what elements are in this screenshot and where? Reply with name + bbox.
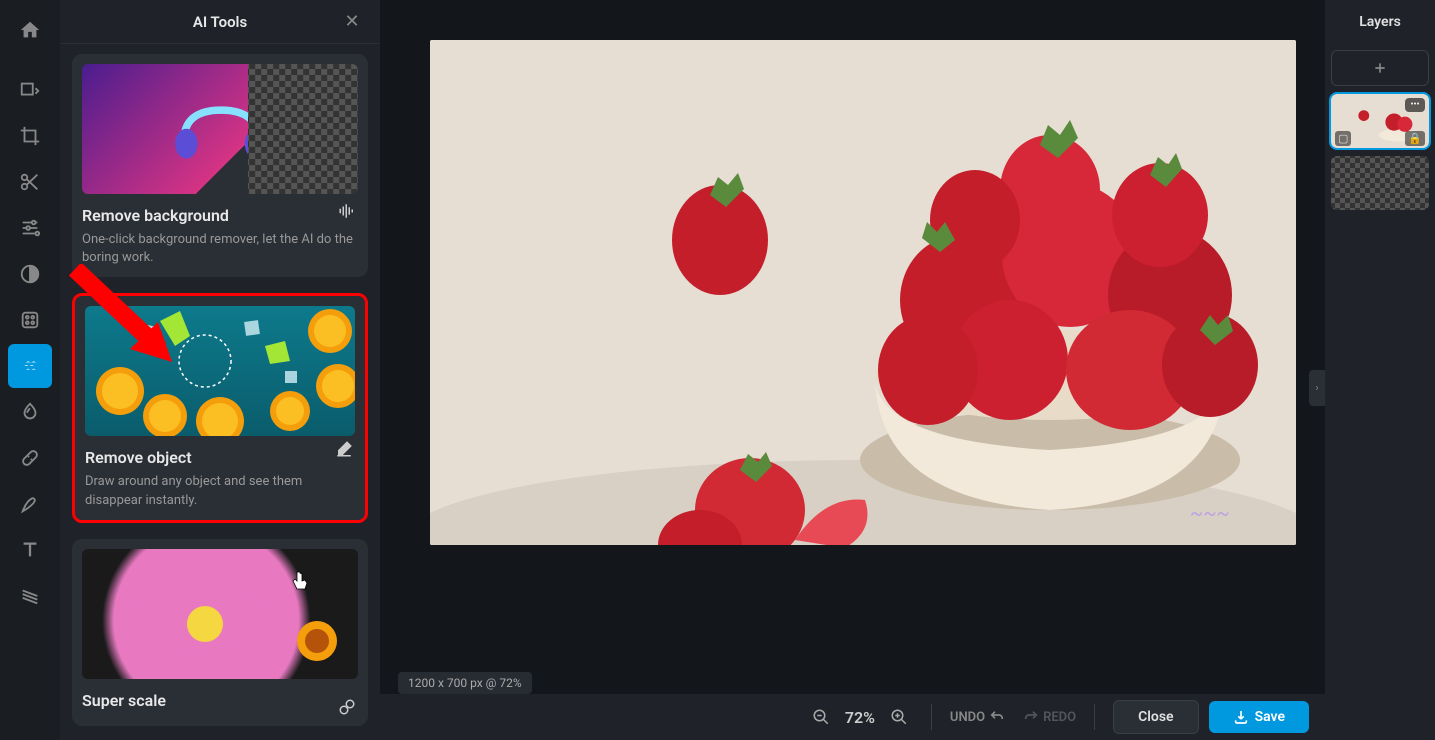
panel-title: AI Tools	[193, 13, 247, 31]
save-label: Save	[1255, 709, 1285, 725]
redo-button[interactable]: REDO	[1023, 709, 1076, 725]
ai-tools-panel: AI Tools ✕ Remove background One-click b…	[60, 0, 380, 740]
save-button[interactable]: Save	[1209, 701, 1309, 733]
tool-title: Remove object	[85, 448, 355, 467]
bottom-bar: 72% UNDO REDO Close Save	[380, 694, 1325, 740]
undo-button[interactable]: UNDO	[950, 709, 1005, 725]
heal-tool[interactable]	[8, 436, 52, 480]
tool-title: Remove background	[82, 206, 358, 225]
home-button[interactable]	[8, 8, 52, 52]
tool-description: Draw around any object and see them disa…	[85, 473, 355, 509]
canvas-viewport[interactable]: ~~~	[380, 0, 1325, 694]
svg-text:~~~: ~~~	[1190, 501, 1230, 525]
left-toolbar	[0, 0, 60, 740]
zoom-level[interactable]: 72%	[845, 708, 875, 727]
arrange-tool[interactable]	[8, 68, 52, 112]
panel-body: Remove background One-click background r…	[60, 44, 380, 740]
ai-tools-button[interactable]	[8, 344, 52, 388]
tool-title: Super scale	[82, 691, 358, 710]
zoom-controls: 72%	[807, 703, 913, 731]
close-button[interactable]: Close	[1113, 700, 1198, 734]
layer-menu-button[interactable]: •••	[1405, 98, 1425, 112]
download-icon	[1233, 709, 1249, 725]
tool-card-super-scale[interactable]: Super scale	[72, 539, 368, 726]
cutout-tool[interactable]	[8, 160, 52, 204]
layers-collapse-button[interactable]: ›	[1309, 370, 1325, 406]
canvas-status-bar: 1200 x 700 px @ 72%	[398, 672, 532, 694]
tool-card-remove-background[interactable]: Remove background One-click background r…	[72, 54, 368, 277]
sound-wave-icon	[338, 202, 356, 224]
divider	[931, 704, 932, 730]
crop-tool[interactable]	[8, 114, 52, 158]
lock-icon[interactable]: 🔒	[1405, 131, 1425, 146]
tool-thumbnail	[85, 306, 355, 436]
adjust-tool[interactable]	[8, 206, 52, 250]
tool-card-remove-object[interactable]: Remove object Draw around any object and…	[72, 293, 368, 522]
eraser-icon	[335, 440, 353, 462]
canvas-image[interactable]: ~~~	[430, 40, 1296, 545]
draw-tool[interactable]	[8, 482, 52, 526]
tool-thumbnail	[82, 64, 358, 194]
liquify-tool[interactable]	[8, 390, 52, 434]
panel-close-button[interactable]: ✕	[340, 11, 364, 32]
zoom-in-button[interactable]	[885, 703, 913, 731]
undo-label: UNDO	[950, 710, 985, 725]
layers-panel: Layers ••• ▢ 🔒	[1325, 0, 1435, 740]
divider	[1094, 704, 1095, 730]
redo-label: REDO	[1043, 710, 1076, 725]
canvas-area: ~~~ 1200 x 700 px @ 72% 72% UNDO REDO	[380, 0, 1325, 740]
tool-description: One-click background remover, let the AI…	[82, 231, 358, 267]
scale-icon	[338, 698, 356, 720]
layer-thumbnail-1[interactable]: ••• ▢ 🔒	[1331, 94, 1429, 148]
layer-thumbnail-2[interactable]	[1331, 156, 1429, 210]
effects-tool[interactable]	[8, 298, 52, 342]
history-controls: UNDO REDO	[950, 709, 1076, 725]
fill-tool[interactable]	[8, 574, 52, 618]
layers-title: Layers	[1325, 0, 1435, 44]
layers-list: ••• ▢ 🔒	[1325, 44, 1435, 216]
image-icon: ▢	[1335, 131, 1351, 146]
add-layer-button[interactable]	[1331, 50, 1429, 86]
text-tool[interactable]	[8, 528, 52, 572]
contrast-tool[interactable]	[8, 252, 52, 296]
panel-header: AI Tools ✕	[60, 0, 380, 44]
zoom-out-button[interactable]	[807, 703, 835, 731]
tool-thumbnail	[82, 549, 358, 679]
